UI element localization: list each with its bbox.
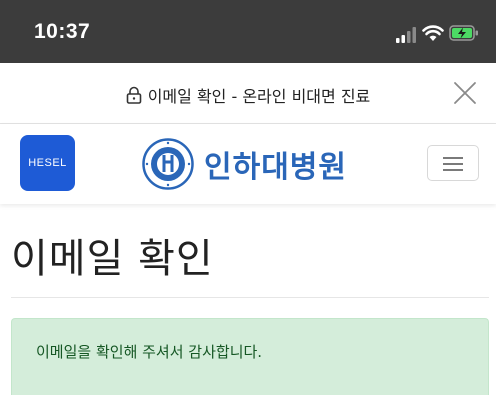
hamburger-menu-icon	[443, 163, 463, 165]
alert-message: 이메일을 확인해 주셔서 감사합니다.	[36, 343, 263, 361]
status-bar: 10:37	[0, 0, 496, 63]
battery-charging-icon	[449, 25, 478, 41]
hospital-emblem-icon	[142, 138, 194, 190]
site-navbar: HESEL 인하대병원	[0, 124, 496, 204]
wifi-icon	[422, 25, 444, 41]
modal-header: 이메일 확인 - 온라인 비대면 진료	[0, 63, 496, 124]
modal-title-group: 이메일 확인 - 온라인 비대면 진료	[0, 83, 496, 107]
page-title: 이메일 확인	[11, 236, 214, 282]
hamburger-menu-button[interactable]	[427, 145, 479, 181]
signal-icon	[396, 27, 416, 43]
hospital-logo[interactable]: 인하대병원	[142, 136, 347, 192]
hesel-logo[interactable]: HESEL	[20, 135, 75, 191]
hamburger-menu-icon	[443, 169, 463, 171]
modal-title: 이메일 확인 - 온라인 비대면 진료	[147, 87, 371, 106]
status-time: 10:37	[34, 20, 91, 43]
divider	[11, 297, 489, 298]
success-alert: 이메일을 확인해 주셔서 감사합니다.	[11, 318, 489, 395]
hamburger-menu-icon	[443, 157, 463, 159]
close-icon[interactable]	[453, 81, 477, 105]
lock-icon	[126, 86, 142, 104]
brand-name: 인하대병원	[204, 150, 347, 185]
